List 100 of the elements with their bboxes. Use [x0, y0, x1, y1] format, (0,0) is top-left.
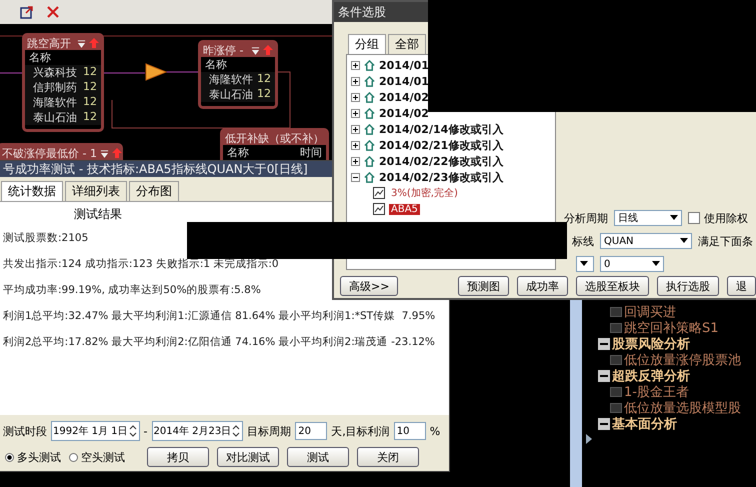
formula-item[interactable]: ABA5 [389, 204, 420, 214]
stock-name: 泰山石油 [209, 87, 253, 102]
strategy-icon [610, 387, 622, 397]
strategy-group[interactable]: 基本面分析 [612, 415, 677, 433]
tree-item[interactable]: 2014/02/21修改或引入 [379, 138, 504, 152]
dialog-button[interactable]: 成功率 [517, 276, 568, 296]
strategy-icon [610, 307, 622, 317]
chart-icon [373, 187, 385, 199]
radio-option[interactable]: 空头测试 [69, 450, 125, 464]
date-field[interactable]: 2014年 2月23日 [152, 421, 244, 441]
column-header: 时间 [300, 145, 322, 160]
line-label: 标线 [572, 234, 594, 248]
percent-label: % [430, 424, 440, 438]
value-dropdown[interactable]: 0 [600, 256, 664, 272]
strategy-icon [610, 355, 622, 365]
stock-name: 泰山石油 [33, 110, 77, 125]
expander-icon[interactable] [351, 172, 360, 182]
house-icon [364, 76, 375, 86]
restore-window-icon[interactable] [20, 5, 34, 19]
period-dropdown[interactable]: 日线 [614, 210, 682, 226]
tree-item[interactable]: 2014/02 [379, 106, 429, 120]
tab[interactable]: 分布图 [129, 181, 179, 201]
strategy-group[interactable]: 股票风险分析 [612, 335, 690, 353]
expander-icon[interactable] [351, 156, 360, 166]
dialog-button[interactable]: 对比测试 [217, 447, 279, 467]
house-icon [364, 60, 375, 70]
result-line: 平均成功率:99.19%, 成功率达到50%的股票有:5.8% [3, 283, 261, 297]
dialog-button[interactable]: 高级>> [340, 276, 398, 296]
tree-item[interactable]: 2014/02/14修改或引入 [379, 122, 504, 136]
operator-dropdown[interactable] [576, 256, 594, 272]
target-profit-field[interactable]: 10 [394, 422, 426, 440]
filter-icon[interactable] [251, 46, 260, 54]
strategy-group[interactable]: 超跌反弹分析 [612, 367, 690, 385]
strategy-item[interactable]: 低位放量涨停股票池 [624, 351, 741, 369]
strategy-item[interactable]: 1-股金王者 [624, 383, 689, 401]
stock-name: 海隆软件 [209, 72, 253, 87]
house-icon [364, 156, 375, 166]
expander-icon[interactable] [351, 92, 360, 102]
column-header: 名称 [205, 57, 227, 72]
tree-item[interactable]: 2014/01 [379, 74, 429, 88]
expander-icon[interactable] [351, 76, 360, 86]
dialog-button[interactable]: 拷贝 [147, 447, 209, 467]
filter-icon[interactable] [100, 148, 109, 158]
strategy-item[interactable]: 低位放量选股模型股 [624, 399, 741, 417]
house-icon [364, 124, 375, 134]
spinner-icon[interactable] [128, 424, 138, 438]
node-title: 昨涨停 - [203, 42, 244, 58]
scrollbar[interactable] [570, 300, 582, 487]
expander-icon[interactable] [351, 60, 360, 70]
tree-item[interactable]: 2014/01 [379, 58, 429, 72]
strategy-node[interactable]: 昨涨停 - 名称 海隆软件 12 泰山石油 12 [198, 40, 278, 109]
date-field[interactable]: 1992年 1月 1日 [51, 421, 140, 441]
strategy-node[interactable]: 跳空高开 名称 兴森科技 12 信邦制药 12 海隆软件 12 泰山石油 12 [22, 33, 104, 132]
expand-arrow-icon[interactable] [586, 434, 592, 444]
strategy-node[interactable]: 不破涨停最低价 - 1 [0, 143, 123, 160]
dialog-button[interactable]: 退 [727, 276, 756, 296]
result-line: 共发出指示:124 成功指示:123 失败指示:1 未完成指示:0 [3, 257, 279, 271]
stock-value: 12 [83, 110, 97, 125]
close-icon[interactable] [46, 5, 60, 19]
collapse-icon[interactable] [598, 370, 610, 382]
strategy-icon [610, 403, 622, 413]
expander-icon[interactable] [351, 124, 360, 134]
target-period-field[interactable]: 20 [295, 422, 328, 440]
tab[interactable]: 统计数据 [1, 181, 63, 201]
dropdown-arrow-icon [652, 261, 660, 267]
spinner-icon[interactable] [231, 424, 242, 438]
strategy-item[interactable]: 跳空回补策略S1 [624, 319, 719, 337]
tab[interactable]: 详细列表 [65, 181, 127, 201]
checkbox-option[interactable]: 使用除权 [688, 210, 748, 226]
dialog-button[interactable]: 关闭 [357, 447, 419, 467]
dropdown-arrow-icon [680, 238, 688, 244]
result-line: 利润2总平均:17.82% 最大平均利润2:亿阳信通 74.16% 最小平均利润2:瑞茂通 -23.12% [3, 335, 435, 349]
target-profit-label: 天,目标利润 [331, 424, 390, 438]
result-line: 测试股票数:2105 [3, 231, 88, 245]
house-icon [364, 172, 375, 182]
chart-icon [373, 203, 385, 215]
condition-label: 满足下面条 [698, 234, 753, 248]
target-period-label: 目标周期 [247, 424, 292, 438]
period-label: 分析周期 [564, 210, 608, 226]
expander-icon[interactable] [351, 108, 360, 118]
strategy-node[interactable]: 低开补缺（或不补） 名称 时间 [220, 128, 329, 160]
dialog-button[interactable]: 选股至板块 [576, 276, 649, 296]
house-icon [364, 92, 375, 102]
dropdown-arrow-icon [670, 215, 678, 221]
expander-icon[interactable] [351, 140, 360, 150]
line-dropdown[interactable]: QUAN [600, 233, 692, 249]
dash-text: - [144, 424, 148, 438]
tab[interactable]: 全部 [388, 34, 426, 54]
filter-icon[interactable] [77, 38, 86, 48]
dialog-button[interactable]: 预测图 [458, 276, 509, 296]
stock-name: 海隆软件 [33, 95, 77, 110]
dialog-button[interactable]: 执行选股 [657, 276, 719, 296]
dialog-button[interactable]: 测试 [287, 447, 349, 467]
formula-item[interactable]: 3%(加密,完全) [389, 186, 460, 200]
collapse-icon[interactable] [598, 418, 610, 430]
strategy-item[interactable]: 回调买进 [624, 303, 676, 321]
radio-option[interactable]: 多头测试 [5, 450, 61, 464]
collapse-icon[interactable] [598, 338, 610, 350]
tree-item[interactable]: 2014/02 [379, 90, 429, 104]
tab[interactable]: 分组 [348, 34, 386, 54]
